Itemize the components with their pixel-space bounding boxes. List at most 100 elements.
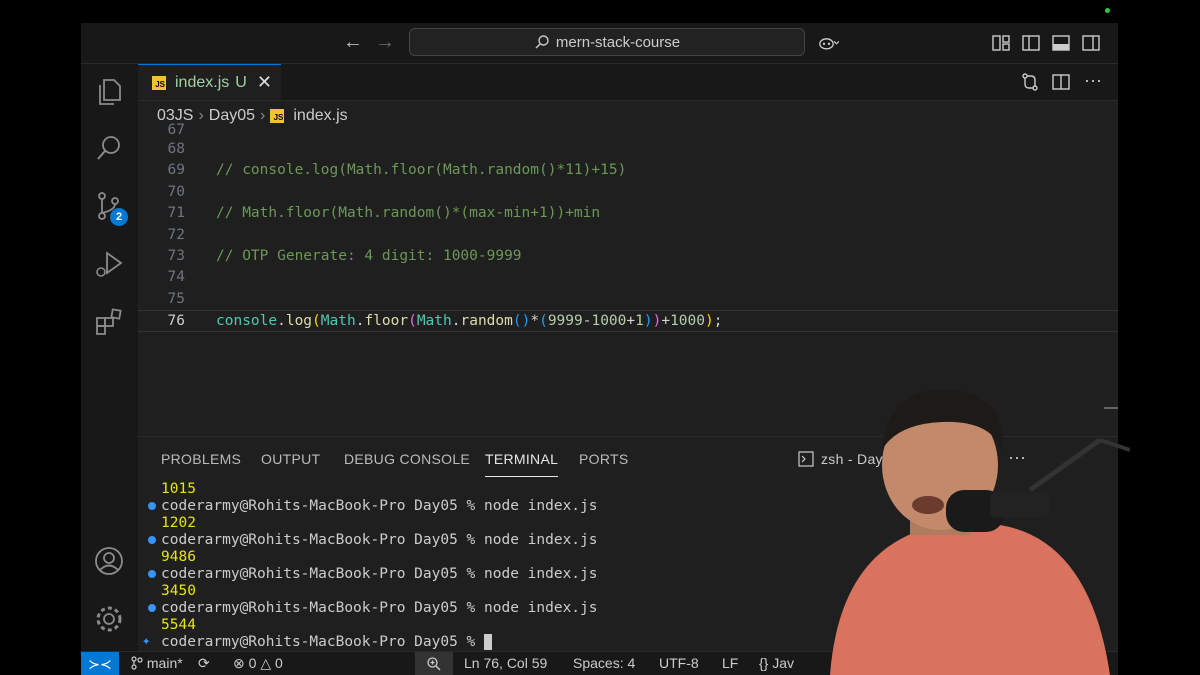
tab-debug-console[interactable]: DEBUG CONSOLE	[344, 451, 470, 467]
back-arrow-icon[interactable]: ←	[343, 32, 363, 52]
code-line: 71 // Math.floor(Math.random()*(max-min+…	[138, 203, 1118, 224]
warning-count: 0	[274, 655, 283, 671]
code-line-current: 76 console.log(Math.floor(Math.random()*…	[138, 310, 1118, 332]
tab-filename: index.js	[175, 73, 230, 91]
search-text: mern-stack-course	[555, 33, 681, 51]
line-number: 69	[167, 162, 185, 178]
more-actions-icon[interactable]: ···	[1084, 70, 1102, 91]
code-line-partial: 67	[138, 120, 1118, 134]
tab-terminal[interactable]: TERMINAL	[485, 451, 559, 477]
terminal-command-line: coderarmy@Rohits-MacBook-Pro Day05 % nod…	[161, 532, 598, 548]
activity-bar: 2	[81, 64, 139, 651]
copilot-icon[interactable]	[819, 33, 839, 53]
settings-gear-icon[interactable]	[93, 603, 125, 635]
code-text: console.log(Math.floor(Math.random()*(99…	[216, 313, 723, 329]
tab-untracked-status: U	[235, 73, 247, 91]
line-number: 76	[167, 313, 185, 329]
line-number: 75	[167, 291, 185, 307]
more-actions-icon[interactable]: ···	[1008, 447, 1026, 468]
code-line: 69 // console.log(Math.floor(Math.random…	[138, 160, 1118, 181]
encoding-status[interactable]: UTF-8	[659, 655, 699, 671]
search-icon[interactable]	[93, 132, 125, 164]
camera-indicator-dot	[1105, 8, 1110, 13]
terminal-prompt-line: coderarmy@Rohits-MacBook-Pro Day05 %	[161, 634, 493, 651]
sparkle-icon[interactable]: ✦	[142, 633, 150, 649]
line-number: 71	[167, 205, 185, 221]
tab-output[interactable]: OUTPUT	[261, 451, 320, 467]
explorer-files-icon[interactable]	[93, 76, 125, 108]
error-count: 0	[248, 655, 257, 671]
search-icon	[535, 35, 549, 49]
warning-icon: △	[260, 655, 272, 671]
terminal-prompt: coderarmy@Rohits-MacBook-Pro Day05 %	[161, 634, 485, 650]
line-number: 70	[167, 184, 185, 200]
screen-top-bar	[0, 0, 1200, 23]
tab-ports[interactable]: PORTS	[579, 451, 628, 467]
zoom-icon	[427, 657, 441, 671]
scrollbar-thumb[interactable]	[1104, 407, 1118, 409]
status-bar: ≻≺ main* ⟳ ⊗ 0 △ 0 Ln 76, Col 59 Spaces:…	[81, 651, 1118, 675]
line-number: 68	[167, 141, 185, 157]
toggle-primary-sidebar-icon[interactable]	[1021, 33, 1041, 53]
terminal-command-line: coderarmy@Rohits-MacBook-Pro Day05 % nod…	[161, 600, 598, 616]
open-changes-icon[interactable]	[1020, 72, 1040, 92]
language-name: Jav	[772, 655, 795, 671]
title-bar: ← → mern-stack-course	[81, 23, 1118, 64]
terminal-cursor	[484, 634, 493, 650]
line-number: 72	[167, 227, 185, 243]
forward-arrow-icon[interactable]: →	[375, 32, 395, 52]
code-comment: // OTP Generate: 4 digit: 1000-9999	[216, 248, 522, 264]
code-editor[interactable]: 67 68 69 // console.log(Math.floor(Math.…	[138, 122, 1118, 435]
terminal-icon	[798, 451, 814, 467]
command-decoration-icon[interactable]	[148, 536, 156, 544]
command-decoration-icon[interactable]	[148, 570, 156, 578]
terminal-instance-name[interactable]: zsh - Day0	[821, 451, 891, 467]
terminal-output-line: 9486	[161, 549, 196, 565]
remote-indicator-icon[interactable]: ≻≺	[81, 652, 119, 675]
zoom-status[interactable]	[415, 652, 453, 675]
branch-status[interactable]: main*	[131, 655, 183, 671]
bottom-panel: PROBLEMS OUTPUT DEBUG CONSOLE TERMINAL P…	[138, 436, 1118, 652]
split-editor-icon[interactable]	[1051, 72, 1071, 92]
cursor-position[interactable]: Ln 76, Col 59	[464, 655, 547, 671]
code-line: 73 // OTP Generate: 4 digit: 1000-9999	[138, 246, 1118, 267]
indentation-status[interactable]: Spaces: 4	[573, 655, 635, 671]
tab-problems[interactable]: PROBLEMS	[161, 451, 241, 467]
terminal-output-line: 5544	[161, 617, 196, 633]
command-center-search[interactable]: mern-stack-course	[409, 28, 805, 56]
terminal-output-line: 1015	[161, 481, 196, 497]
code-line: 70	[138, 182, 1118, 203]
code-comment: // Math.floor(Math.random()*(max-min+1))…	[216, 205, 601, 221]
braces-icon: {}	[759, 655, 769, 671]
toggle-panel-icon[interactable]	[1051, 33, 1071, 53]
code-line: 74	[138, 267, 1118, 288]
code-line: 72	[138, 225, 1118, 246]
run-and-debug-icon[interactable]	[93, 248, 125, 280]
close-icon[interactable]: ✕	[257, 72, 272, 93]
editor-tabs-bar: JS index.js U ✕ ···	[138, 64, 1118, 101]
sync-icon[interactable]: ⟳	[198, 655, 210, 672]
line-number: 67	[167, 122, 185, 134]
vscode-window: ← → mern-stack-course 2 JS index.js U ✕ …	[81, 23, 1118, 675]
line-number: 74	[167, 269, 185, 285]
toggle-secondary-sidebar-icon[interactable]	[1081, 33, 1101, 53]
source-control-badge: 2	[110, 208, 128, 226]
extensions-icon[interactable]	[93, 306, 125, 338]
terminal-output-line: 3450	[161, 583, 196, 599]
line-number: 73	[167, 248, 185, 264]
tab-index-js[interactable]: JS index.js U ✕	[138, 64, 281, 100]
branch-name: main*	[146, 655, 183, 671]
language-mode[interactable]: {} Jav	[759, 655, 794, 671]
error-icon: ⊗	[233, 655, 245, 671]
javascript-file-icon: JS	[152, 75, 166, 90]
terminal-command-line: coderarmy@Rohits-MacBook-Pro Day05 % nod…	[161, 498, 598, 514]
customize-layout-icon[interactable]	[991, 33, 1011, 53]
code-line: 75	[138, 289, 1118, 310]
accounts-icon[interactable]	[93, 545, 125, 577]
code-line: 68	[138, 139, 1118, 160]
code-comment: // console.log(Math.floor(Math.random()*…	[216, 162, 627, 178]
command-decoration-icon[interactable]	[148, 604, 156, 612]
command-decoration-icon[interactable]	[148, 502, 156, 510]
problems-status[interactable]: ⊗ 0 △ 0	[233, 655, 283, 672]
eol-status[interactable]: LF	[722, 655, 738, 671]
